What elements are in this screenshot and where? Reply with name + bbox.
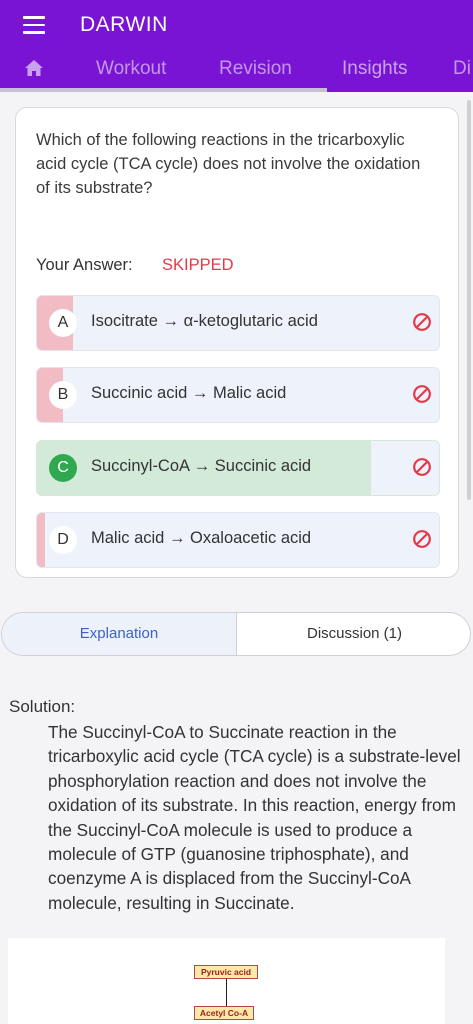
tab-bar: Workout Revision Insights Di (0, 54, 473, 92)
tab-more[interactable]: Di (453, 58, 471, 80)
tab-workout[interactable]: Workout (96, 58, 166, 80)
solution-title: Solution: (9, 697, 76, 716)
option-text: Malic acid → Oxaloacetic acid (91, 529, 312, 547)
app-bar: DARWIN Workout Revision Insights Di (0, 0, 473, 92)
menu-icon[interactable] (23, 16, 45, 34)
option-text: Isocitrate → α-ketoglutaric acid (91, 312, 318, 330)
option-a[interactable]: A Isocitrate → α-ketoglutaric acid (36, 295, 440, 351)
solution-body: The Succinyl-CoA to Succinate reaction i… (48, 722, 461, 913)
question-text: Which of the following reactions in the … (36, 131, 421, 197)
tab-discussion[interactable]: Discussion (1) (237, 613, 470, 655)
explanation-discussion-toggle: Explanation Discussion (1) (1, 612, 471, 656)
wrong-icon (413, 385, 431, 403)
wrong-icon (413, 313, 431, 331)
your-answer-label: Your Answer: (36, 256, 133, 274)
tca-diagram: Pyruvic acid Acetyl Co-A (8, 938, 445, 1024)
option-stripe (37, 513, 45, 567)
app-title: DARWIN (80, 13, 168, 36)
option-b[interactable]: B Succinic acid → Malic acid (36, 367, 440, 423)
wrong-icon (413, 458, 431, 476)
tab-track (0, 88, 327, 92)
diagram-node-pyruvic-acid: Pyruvic acid (194, 965, 258, 979)
scrollbar[interactable] (467, 100, 471, 500)
question-card: Which of the following reactions in the … (15, 107, 459, 578)
tab-explanation[interactable]: Explanation (2, 613, 237, 655)
option-letter: B (49, 381, 77, 409)
option-letter: D (49, 526, 77, 554)
tab-revision[interactable]: Revision (219, 58, 292, 80)
option-text: Succinyl-CoA → Succinic acid (91, 457, 312, 475)
home-icon[interactable] (24, 59, 44, 77)
tab-active-indicator (327, 88, 473, 92)
wrong-icon (413, 530, 431, 548)
option-letter-correct: C (49, 454, 77, 482)
diagram-node-acetyl-coa: Acetyl Co-A (194, 1006, 254, 1020)
option-c[interactable]: C Succinyl-CoA → Succinic acid (36, 440, 440, 496)
option-d[interactable]: D Malic acid → Oxaloacetic acid (36, 512, 440, 568)
option-text: Succinic acid → Malic acid (91, 384, 287, 402)
option-letter: A (49, 309, 77, 337)
diagram-connector (226, 979, 227, 1006)
your-answer-value: SKIPPED (162, 256, 234, 274)
tab-insights[interactable]: Insights (342, 58, 407, 80)
